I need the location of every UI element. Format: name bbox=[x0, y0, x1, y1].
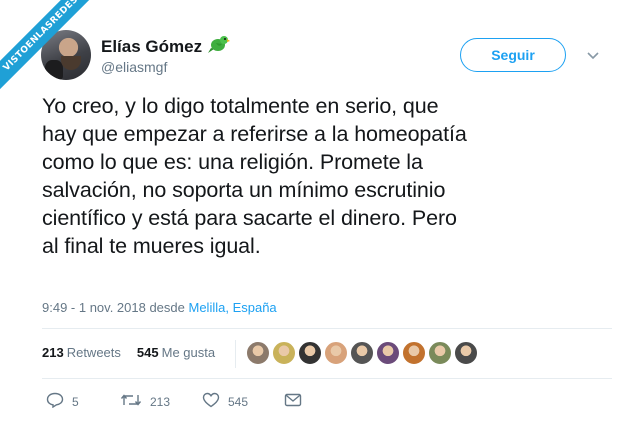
liker-avatar[interactable] bbox=[272, 341, 296, 365]
retweets-stat[interactable]: 213 Retweets bbox=[42, 345, 121, 360]
likes-count: 545 bbox=[136, 345, 159, 360]
likers-avatars bbox=[246, 341, 480, 365]
follow-button[interactable]: Seguir bbox=[460, 38, 566, 72]
tweet-text: Yo creo, y lo digo totalmente en serio, … bbox=[42, 94, 467, 258]
envelope-icon bbox=[284, 393, 302, 410]
tweet-stats: 213 Retweets 545 Me gusta bbox=[42, 345, 215, 360]
likes-label: Me gusta bbox=[161, 345, 216, 360]
liker-avatar[interactable] bbox=[298, 341, 322, 365]
liker-avatar[interactable] bbox=[376, 341, 400, 365]
divider-bottom bbox=[42, 378, 612, 379]
author-name-row: Elías Gómez bbox=[101, 34, 231, 59]
liker-avatar[interactable] bbox=[402, 341, 426, 365]
retweet-action[interactable]: 213 bbox=[120, 392, 202, 411]
like-action[interactable]: 545 bbox=[202, 392, 284, 411]
heart-icon bbox=[202, 392, 220, 411]
chevron-down-icon[interactable] bbox=[586, 48, 600, 66]
author-name[interactable]: Elías Gómez bbox=[101, 37, 202, 57]
divider-top bbox=[42, 328, 612, 329]
reply-icon bbox=[46, 392, 64, 411]
avatar-cat bbox=[45, 60, 63, 80]
reply-action[interactable]: 5 bbox=[46, 392, 120, 411]
avatar-beard bbox=[61, 56, 81, 70]
retweet-count: 213 bbox=[150, 394, 171, 409]
liker-avatar[interactable] bbox=[324, 341, 348, 365]
retweet-icon bbox=[120, 392, 142, 411]
reply-count: 5 bbox=[72, 394, 79, 409]
liker-avatar[interactable] bbox=[428, 341, 452, 365]
liker-avatar[interactable] bbox=[454, 341, 478, 365]
liker-avatar[interactable] bbox=[350, 341, 374, 365]
tweet-meta: 9:49 - 1 nov. 2018 desde Melilla, España bbox=[42, 300, 277, 315]
parrot-icon bbox=[208, 34, 231, 59]
stats-separator bbox=[235, 340, 236, 368]
author-handle[interactable]: @eliasmgf bbox=[101, 59, 167, 75]
retweets-label: Retweets bbox=[66, 345, 121, 360]
liker-avatar[interactable] bbox=[246, 341, 270, 365]
likes-stat[interactable]: 545 Me gusta bbox=[137, 345, 215, 360]
tweet-card: VISTOENLASREDES Elías Gómez @eliasmgf Se… bbox=[0, 0, 638, 431]
retweets-count: 213 bbox=[42, 345, 64, 360]
tweet-location[interactable]: Melilla, España bbox=[189, 300, 277, 315]
tweet-timestamp[interactable]: 9:49 - 1 nov. 2018 desde bbox=[42, 300, 185, 315]
message-action[interactable] bbox=[284, 393, 302, 410]
tweet-actions: 5 213 545 bbox=[46, 392, 302, 411]
like-count: 545 bbox=[228, 394, 249, 409]
